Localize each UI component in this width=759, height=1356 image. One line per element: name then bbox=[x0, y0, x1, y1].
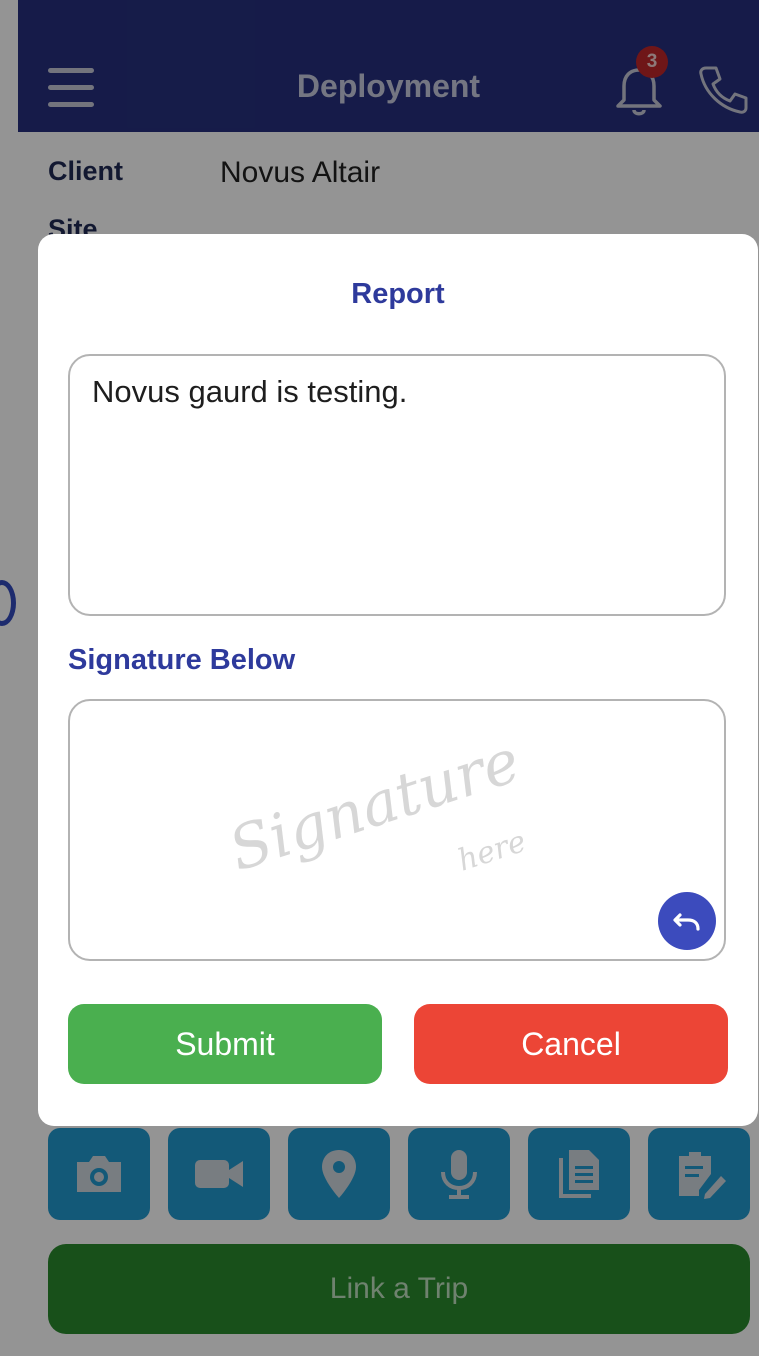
undo-icon bbox=[673, 913, 700, 931]
signature-label: Signature Below bbox=[68, 644, 296, 676]
signature-placeholder-sub: here bbox=[454, 824, 531, 879]
submit-button[interactable]: Submit bbox=[68, 1004, 382, 1084]
report-text-area[interactable]: Novus gaurd is testing. bbox=[68, 354, 726, 616]
cancel-button[interactable]: Cancel bbox=[414, 1004, 728, 1084]
undo-button[interactable] bbox=[658, 892, 716, 950]
signature-pad[interactable]: Signature here bbox=[68, 699, 726, 961]
report-dialog: Report Novus gaurd is testing. Signature… bbox=[38, 234, 758, 1126]
dialog-title: Report bbox=[351, 278, 445, 310]
signature-placeholder: Signature here bbox=[230, 751, 531, 885]
